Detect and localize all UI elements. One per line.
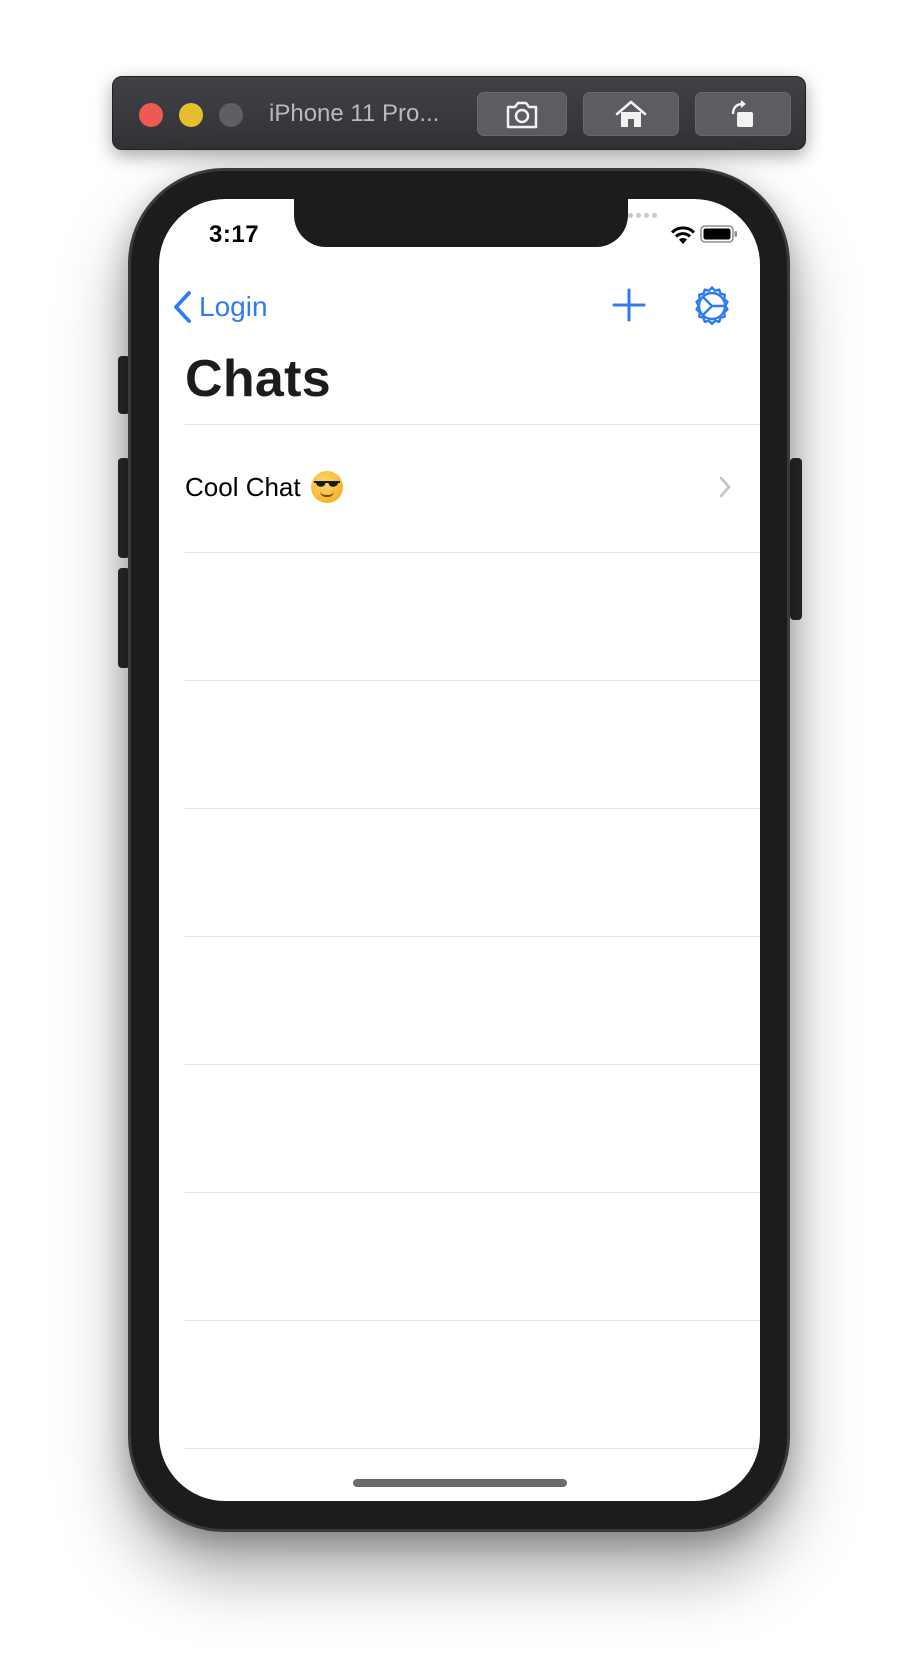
empty-row (185, 936, 760, 1064)
chat-name: Cool Chat (185, 471, 301, 502)
chevron-right-icon (719, 476, 731, 498)
empty-row (185, 1320, 760, 1448)
gear-icon[interactable] (691, 285, 733, 327)
simulator-window: iPhone 11 Pro... 3:17 Login Chats Cool C… (0, 0, 918, 1680)
cellular-signal-icon (628, 213, 658, 219)
chat-row-label: Cool Chat (185, 471, 343, 503)
rotate-icon (731, 100, 753, 127)
rotate-button[interactable] (695, 92, 791, 136)
empty-row (185, 808, 760, 936)
window-close-button[interactable] (139, 103, 163, 127)
window-minimize-button[interactable] (179, 103, 203, 127)
window-zoom-button[interactable] (219, 103, 243, 127)
notch (294, 199, 628, 247)
page-title: Chats (185, 350, 331, 408)
side-button (790, 458, 802, 620)
list-divider (185, 1448, 760, 1449)
chat-list: Cool Chat (185, 424, 760, 1449)
home-icon (615, 100, 647, 127)
plus-icon[interactable] (609, 285, 649, 325)
empty-row (185, 1192, 760, 1320)
device-screen: 3:17 Login Chats Cool Chat (159, 199, 760, 1501)
list-item[interactable]: Cool Chat (185, 424, 760, 552)
screenshot-icon (506, 101, 538, 129)
home-button[interactable] (583, 92, 679, 136)
simulator-title: iPhone 11 Pro... (269, 100, 440, 127)
status-time: 3:17 (209, 221, 260, 248)
chevron-left-icon (174, 291, 191, 323)
screenshot-button[interactable] (477, 92, 567, 136)
battery-icon (700, 225, 737, 243)
back-button-label: Login (199, 291, 268, 322)
empty-row (185, 552, 760, 680)
wifi-icon (670, 226, 696, 244)
back-button[interactable]: Login (171, 287, 268, 327)
sunglasses-emoji-icon (310, 471, 343, 503)
home-indicator[interactable] (353, 1479, 567, 1487)
empty-row (185, 680, 760, 808)
simulator-titlebar: iPhone 11 Pro... (112, 76, 806, 150)
empty-row (185, 1064, 760, 1192)
